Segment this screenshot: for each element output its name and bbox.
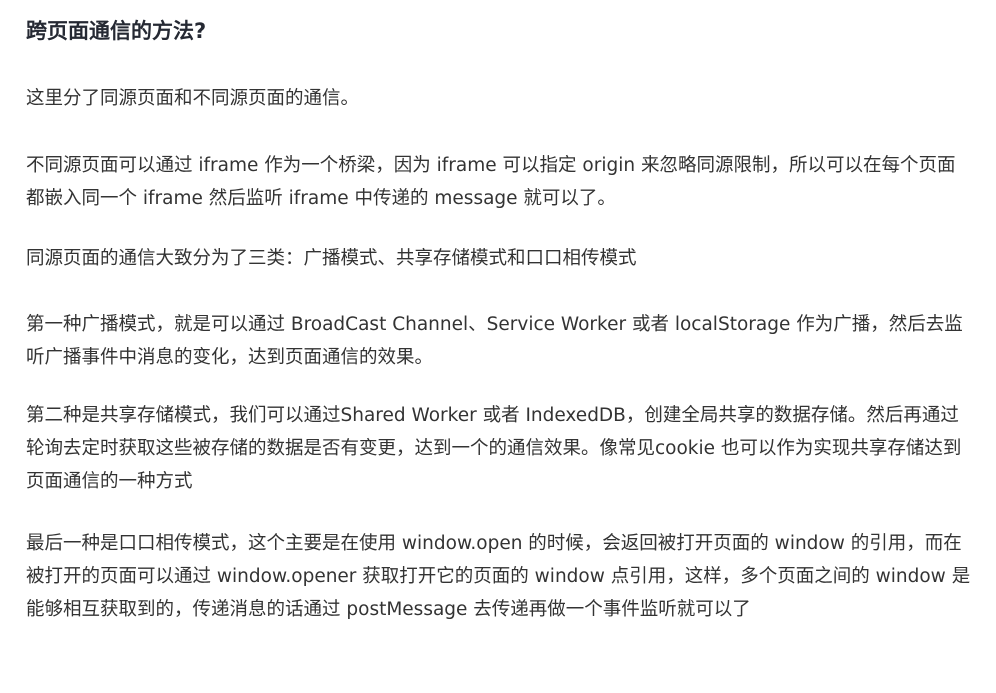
article-body: 跨页面通信的方法? 这里分了同源页面和不同源页面的通信。 不同源页面可以通过 i… xyxy=(26,10,971,620)
section-heading: 跨页面通信的方法? xyxy=(26,19,207,43)
paragraph-shared-storage-mode: 第二种是共享存储模式，我们可以通过Shared Worker 或者 Indexe… xyxy=(26,405,962,492)
paragraph-broadcast-mode: 第一种广播模式，就是可以通过 BroadCast Channel、Service… xyxy=(26,314,963,368)
paragraph-word-of-mouth-mode: 最后一种是口口相传模式，这个主要是在使用 window.open 的时候，会返回… xyxy=(26,533,971,620)
paragraph-intro: 这里分了同源页面和不同源页面的通信。 xyxy=(26,88,360,109)
paragraph-cross-origin: 不同源页面可以通过 iframe 作为一个桥梁，因为 iframe 可以指定 o… xyxy=(26,155,956,209)
paragraph-same-origin-overview: 同源页面的通信大致分为了三类：广播模式、共享存储模式和口口相传模式 xyxy=(26,248,637,269)
